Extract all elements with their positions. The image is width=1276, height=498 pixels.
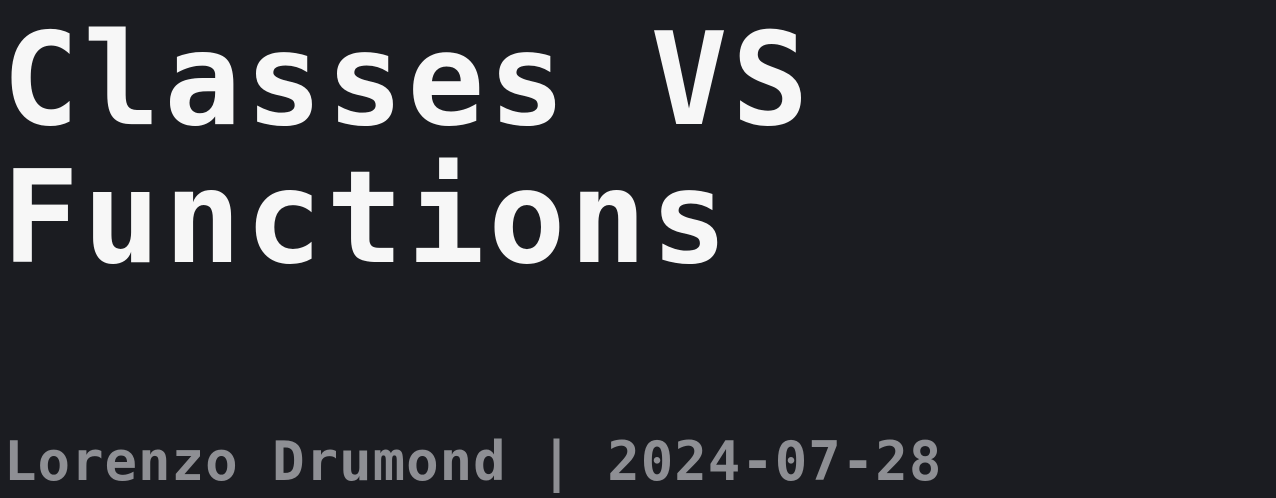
title-card: Classes VS Functions Lorenzo Drumond | 2… [0, 0, 1276, 498]
title-line-1: Classes VS [2, 6, 813, 155]
title-line-2: Functions [2, 144, 732, 293]
byline-separator: | [540, 430, 574, 493]
author-name: Lorenzo Drumond [4, 430, 507, 493]
page-title: Classes VS Functions [2, 12, 813, 288]
publish-date: 2024-07-28 [607, 430, 943, 493]
byline: Lorenzo Drumond | 2024-07-28 [4, 428, 942, 496]
